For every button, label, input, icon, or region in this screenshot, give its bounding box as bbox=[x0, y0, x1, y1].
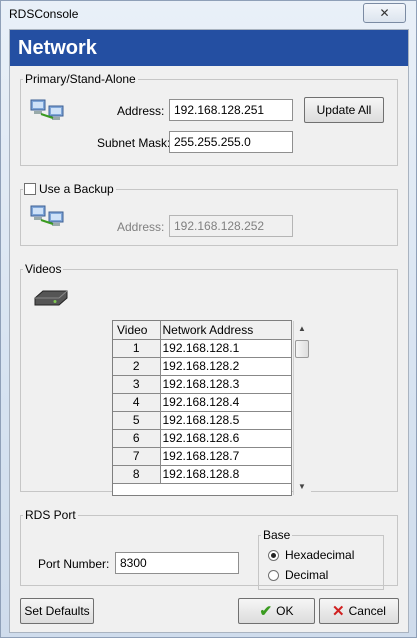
network-computers-icon bbox=[30, 99, 64, 120]
base-legend: Base bbox=[263, 528, 291, 542]
column-header-network-address[interactable]: Network Address bbox=[160, 321, 292, 340]
network-address-cell[interactable]: 192.168.128.5 bbox=[160, 411, 292, 430]
checkmark-icon: ✔ bbox=[259, 603, 273, 620]
cancel-button[interactable]: ✕ Cancel bbox=[319, 598, 399, 624]
scroll-up-icon[interactable]: ▲ bbox=[294, 321, 310, 337]
ok-label: OK bbox=[276, 604, 294, 618]
network-address-cell[interactable]: 192.168.128.4 bbox=[160, 393, 292, 412]
network-address-cell[interactable]: 192.168.128.6 bbox=[160, 429, 292, 448]
page-title: Network bbox=[10, 30, 408, 66]
table-row[interactable]: 6 192.168.128.6 bbox=[113, 429, 292, 448]
primary-group: Primary/Stand-Alone Address: 192.168.128… bbox=[20, 72, 398, 166]
video-number-cell: 7 bbox=[113, 447, 161, 466]
base-group: Base Hexadecimal Decimal bbox=[258, 528, 384, 590]
video-number-cell: 5 bbox=[113, 411, 161, 430]
videos-group: Videos Video Network Address 1 192.168.12… bbox=[20, 262, 398, 496]
x-icon: ✕ bbox=[332, 603, 345, 620]
table-row[interactable]: 5 192.168.128.5 bbox=[113, 411, 292, 430]
video-device-icon bbox=[34, 290, 68, 306]
close-icon: ✕ bbox=[379, 6, 390, 20]
backup-address-input: 192.168.128.252 bbox=[169, 215, 293, 237]
use-backup-checkbox[interactable] bbox=[24, 183, 36, 195]
scroll-thumb[interactable] bbox=[295, 340, 309, 358]
network-address-cell[interactable]: 192.168.128.2 bbox=[160, 357, 292, 376]
decimal-label[interactable]: Decimal bbox=[285, 568, 328, 582]
videos-legend: Videos bbox=[25, 262, 62, 276]
set-defaults-button[interactable]: Set Defaults bbox=[20, 598, 94, 624]
subnet-mask-input[interactable]: 255.255.255.0 bbox=[169, 131, 293, 153]
network-address-cell[interactable]: 192.168.128.1 bbox=[160, 339, 292, 358]
video-number-cell: 6 bbox=[113, 429, 161, 448]
video-number-cell: 4 bbox=[113, 393, 161, 412]
primary-legend: Primary/Stand-Alone bbox=[25, 72, 136, 86]
backup-legend[interactable]: Use a Backup bbox=[23, 182, 116, 196]
table-row[interactable]: 8 192.168.128.8 bbox=[113, 465, 292, 484]
rds-port-legend: RDS Port bbox=[25, 508, 76, 522]
backup-group: Use a Backup Address: 192.168.128.252 bbox=[20, 182, 398, 246]
network-address-cell[interactable]: 192.168.128.7 bbox=[160, 447, 292, 466]
table-row[interactable]: 7 192.168.128.7 bbox=[113, 447, 292, 466]
close-button[interactable]: ✕ bbox=[363, 3, 406, 23]
scroll-down-icon[interactable]: ▼ bbox=[294, 479, 310, 495]
table-row[interactable]: 3 192.168.128.3 bbox=[113, 375, 292, 394]
table-header-row: Video Network Address bbox=[113, 321, 292, 340]
hexadecimal-radio[interactable] bbox=[268, 550, 279, 561]
video-number-cell: 2 bbox=[113, 357, 161, 376]
primary-address-input[interactable]: 192.168.128.251 bbox=[169, 99, 293, 121]
grid-scrollbar[interactable]: ▲ ▼ bbox=[293, 321, 311, 495]
title-bar: RDSConsole ✕ bbox=[1, 1, 416, 27]
table-row[interactable]: 1 192.168.128.1 bbox=[113, 339, 292, 358]
rds-port-group: RDS Port Port Number: 8300 Base Hexadeci… bbox=[20, 508, 398, 590]
update-all-button[interactable]: Update All bbox=[304, 97, 384, 123]
table-row[interactable]: 4 192.168.128.4 bbox=[113, 393, 292, 412]
video-table: Video Network Address 1 192.168.128.1 2 19… bbox=[113, 321, 292, 484]
video-address-grid[interactable]: Video Network Address 1 192.168.128.1 2 19… bbox=[112, 320, 311, 496]
network-address-cell[interactable]: 192.168.128.8 bbox=[160, 465, 292, 484]
port-number-label: Port Number: bbox=[38, 557, 110, 571]
network-address-cell[interactable]: 192.168.128.3 bbox=[160, 375, 292, 394]
primary-address-label: Address: bbox=[117, 104, 165, 118]
cancel-label: Cancel bbox=[348, 604, 386, 618]
backup-address-label: Address: bbox=[117, 220, 165, 234]
hexadecimal-label[interactable]: Hexadecimal bbox=[285, 548, 354, 562]
column-header-video[interactable]: Video bbox=[113, 321, 161, 340]
video-number-cell: 1 bbox=[113, 339, 161, 358]
window-title: RDSConsole bbox=[9, 7, 79, 21]
video-number-cell: 8 bbox=[113, 465, 161, 484]
use-backup-label: Use a Backup bbox=[39, 182, 114, 196]
network-computers-icon bbox=[30, 205, 64, 226]
rdsconsole-window: RDSConsole ✕ Network Primary/Stand-Alone… bbox=[0, 0, 417, 638]
dialog-client: Network Primary/Stand-Alone Address: 192… bbox=[9, 29, 409, 633]
ok-button[interactable]: ✔ OK bbox=[238, 598, 315, 624]
port-number-input[interactable]: 8300 bbox=[115, 552, 239, 574]
video-number-cell: 3 bbox=[113, 375, 161, 394]
decimal-radio[interactable] bbox=[268, 570, 279, 581]
table-row[interactable]: 2 192.168.128.2 bbox=[113, 357, 292, 376]
subnet-mask-label: Subnet Mask: bbox=[97, 136, 171, 150]
